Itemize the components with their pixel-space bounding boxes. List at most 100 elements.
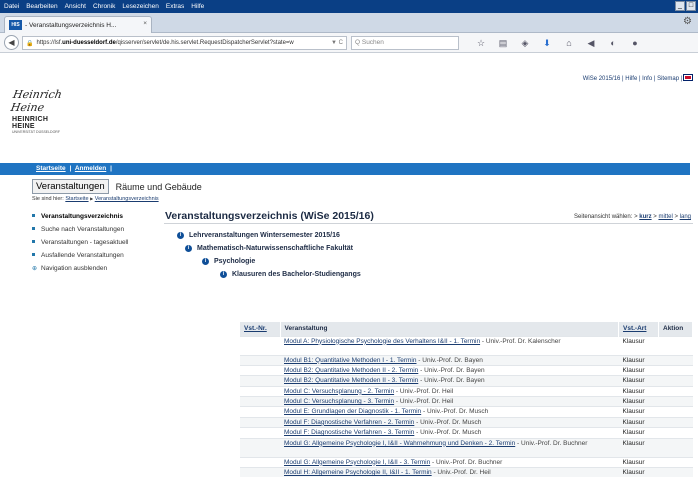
menu-bearbeiten[interactable]: Bearbeiten bbox=[26, 3, 57, 10]
info-icon: i bbox=[202, 258, 209, 265]
menu-hilfe[interactable]: Hilfe bbox=[191, 3, 204, 10]
header-vst-nr[interactable]: Vst.-Nr. bbox=[240, 322, 281, 336]
url-scheme: https://lsf. bbox=[36, 40, 63, 46]
close-tab-icon[interactable]: × bbox=[143, 20, 147, 27]
tree-node-label: Klausuren des Bachelor-Studiengangs bbox=[232, 271, 361, 278]
cell-veranstaltung: Modul C: Versuchsplanung - 2. Termin - U… bbox=[280, 385, 619, 397]
star-icon[interactable]: ☆ bbox=[470, 36, 492, 50]
cell-vst-art: Klausur bbox=[618, 396, 659, 407]
nav-startseite[interactable]: Startseite bbox=[36, 165, 66, 172]
table-row: Modul H: Allgemeine Psychologie II, I&II… bbox=[240, 466, 693, 477]
course-link[interactable]: Modul B1: Quantitative Methoden I - 1. T… bbox=[284, 357, 416, 364]
minimize-button[interactable]: _ bbox=[675, 1, 685, 11]
table-row: Modul E: Grundlagen der Diagnostik - 1. … bbox=[240, 406, 693, 418]
table-row: Modul C: Versuchsplanung - 2. Termin - U… bbox=[240, 385, 693, 397]
cell-aktion bbox=[658, 375, 693, 387]
cell-vst-nr bbox=[240, 335, 280, 355]
menu-bar: Datei Bearbeiten Ansicht Chronik Lesezei… bbox=[0, 0, 698, 13]
search-input[interactable]: Q Suchen bbox=[351, 36, 459, 50]
breadcrumb-home-link[interactable]: Startseite bbox=[65, 196, 88, 202]
cell-veranstaltung: Modul F: Diagnostische Verfahren - 2. Te… bbox=[280, 416, 619, 428]
table-row: Modul A: Physiologische Psychologie des … bbox=[240, 335, 693, 355]
url-host: uni-duesseldorf.de bbox=[62, 40, 116, 46]
maximize-button[interactable]: □ bbox=[686, 1, 696, 11]
tab-veranstaltungen[interactable]: Veranstaltungen bbox=[32, 179, 109, 194]
header-aktion: Aktion bbox=[658, 322, 693, 336]
sidebar-item-navigation-ausblenden[interactable]: ⊕ Navigation ausblenden bbox=[32, 262, 160, 275]
tab-raeume-und-gebaeude[interactable]: Räume und Gebäude bbox=[116, 182, 202, 192]
course-link[interactable]: Modul C: Versuchsplanung - 2. Termin bbox=[284, 388, 394, 395]
cell-vst-nr bbox=[240, 437, 280, 458]
course-link[interactable]: Modul E: Grundlagen der Diagnostik - 1. … bbox=[284, 408, 421, 415]
view-mittel-link[interactable]: mittel bbox=[658, 214, 672, 220]
cell-veranstaltung: Modul B2: Quantitative Methoden II - 2. … bbox=[280, 364, 619, 376]
top-links-text[interactable]: WiSe 2015/16 | Hilfe | Info | Sitemap | bbox=[583, 76, 684, 82]
course-link[interactable]: Modul F: Diagnostische Verfahren - 3. Te… bbox=[284, 429, 414, 436]
view-selector: Seitenansicht wählen: > kurz > mittel > … bbox=[574, 214, 691, 220]
lecturer-name: Univ.-Prof. Dr. Buchner bbox=[435, 458, 503, 466]
view-lang-link[interactable]: lang bbox=[680, 214, 691, 220]
menu-chronik[interactable]: Chronik bbox=[93, 3, 115, 10]
logo-name: HEINRICH HEINE bbox=[12, 116, 49, 130]
pocket-icon[interactable]: ◈ bbox=[514, 36, 536, 50]
back-button[interactable]: ◀ bbox=[4, 35, 19, 50]
nav-anmelden[interactable]: Anmelden bbox=[75, 165, 106, 172]
sidebar-item-suche[interactable]: Suche nach Veranstaltungen bbox=[32, 223, 160, 236]
breadcrumb: Sie sind hier: Startseite ▶ Veranstaltun… bbox=[32, 196, 159, 202]
main-content: Veranstaltungsverzeichnis (WiSe 2015/16)… bbox=[164, 210, 693, 477]
url-bar[interactable]: 🔒 https://lsf. uni-duesseldorf.de/qisserv… bbox=[22, 36, 347, 50]
cell-vst-art: Klausur bbox=[618, 335, 659, 355]
course-link[interactable]: Modul B2: Quantitative Methoden II - 2. … bbox=[284, 367, 418, 374]
tree-node-label: Lehrveranstaltungen Wintersemester 2015/… bbox=[189, 232, 340, 239]
tree-node-semester[interactable]: i Lehrveranstaltungen Wintersemester 2015… bbox=[164, 229, 693, 242]
clipboard-icon[interactable]: ▤ bbox=[492, 36, 514, 50]
url-path: /qisserver/servlet/de.his.servlet.Reques… bbox=[115, 40, 294, 46]
main-navigation-bar: Startseite | Anmelden | bbox=[0, 163, 690, 175]
course-link[interactable]: Modul A: Physiologische Psychologie des … bbox=[284, 338, 480, 345]
cell-vst-nr bbox=[240, 416, 280, 428]
course-link[interactable]: Modul H: Allgemeine Psychologie II, I&II… bbox=[284, 469, 432, 476]
cell-aktion bbox=[658, 396, 693, 407]
table-row: Modul G: Allgemeine Psychologie I, I&II … bbox=[240, 437, 693, 458]
main-header: Veranstaltungsverzeichnis (WiSe 2015/16)… bbox=[164, 210, 693, 224]
course-link[interactable]: Modul C: Versuchsplanung - 3. Termin bbox=[284, 398, 394, 405]
course-link[interactable]: Modul F: Diagnostische Verfahren - 2. Te… bbox=[284, 419, 414, 426]
tree-node-psychology[interactable]: i Psychologie bbox=[164, 255, 693, 268]
course-link[interactable]: Modul G: Allgemeine Psychologie I, I&II … bbox=[284, 440, 515, 447]
header-vst-art[interactable]: Vst.-Art bbox=[618, 322, 659, 336]
menu-datei[interactable]: Datei bbox=[4, 3, 19, 10]
url-tail[interactable]: ▼ C bbox=[331, 40, 343, 46]
cell-aktion bbox=[658, 406, 693, 418]
sidebar-item-ausfallende[interactable]: Ausfallende Veranstaltungen bbox=[32, 249, 160, 262]
tab-veranstaltungsverzeichnis[interactable]: HIS - Veranstaltungsverzeichnis H... × bbox=[4, 16, 152, 33]
course-link[interactable]: Modul B2: Quantitative Methoden II - 3. … bbox=[284, 377, 418, 384]
flag-uk-icon[interactable] bbox=[683, 74, 693, 81]
university-logo[interactable]: Heinrich Heine HEINRICH HEINE UNIVERSITÄ… bbox=[10, 88, 72, 134]
course-link[interactable]: Modul G: Allgemeine Psychologie I, I&II … bbox=[284, 459, 430, 466]
view-kurz-link[interactable]: kurz bbox=[639, 214, 651, 220]
menu-lesezeichen[interactable]: Lesezeichen bbox=[122, 3, 159, 10]
cell-aktion bbox=[658, 364, 693, 376]
nav-separator: | bbox=[110, 165, 112, 172]
home-icon[interactable]: ⌂ bbox=[558, 36, 580, 50]
gear-icon[interactable]: ⚙ bbox=[683, 16, 692, 27]
cell-aktion bbox=[658, 456, 693, 468]
breadcrumb-prefix: Sie sind hier: bbox=[32, 196, 64, 202]
menu-extras[interactable]: Extras bbox=[166, 3, 184, 10]
lecturer-name: Univ.-Prof. Dr. Heil bbox=[399, 398, 454, 406]
tree-node-faculty[interactable]: i Mathematisch-Naturwissenschaftliche Fak… bbox=[164, 242, 693, 255]
sidebar-item-tagesaktuell[interactable]: Veranstaltungen - tagesaktuell bbox=[32, 236, 160, 249]
menu-ansicht[interactable]: Ansicht bbox=[65, 3, 86, 10]
cell-veranstaltung: Modul G: Allgemeine Psychologie I, I&II … bbox=[280, 456, 619, 468]
sidebar-item-veranstaltungsverzeichnis[interactable]: Veranstaltungsverzeichnis bbox=[32, 210, 160, 223]
download-icon[interactable]: ⬇ bbox=[536, 36, 558, 50]
cell-veranstaltung: Modul C: Versuchsplanung - 3. Termin - U… bbox=[280, 396, 619, 407]
cell-vst-nr bbox=[240, 396, 280, 407]
chat-icon[interactable]: ● bbox=[624, 36, 646, 50]
send-icon[interactable]: ◀ bbox=[580, 36, 602, 50]
tree-node-exams[interactable]: i Klausuren des Bachelor-Studiengangs bbox=[164, 268, 693, 281]
addon-icon[interactable]: ◐ bbox=[602, 36, 624, 50]
breadcrumb-current-link[interactable]: Veranstaltungsverzeichnis bbox=[95, 196, 159, 202]
cell-vst-nr bbox=[240, 406, 280, 418]
lecturer-name: Univ.-Prof. Dr. Musch bbox=[420, 418, 482, 426]
